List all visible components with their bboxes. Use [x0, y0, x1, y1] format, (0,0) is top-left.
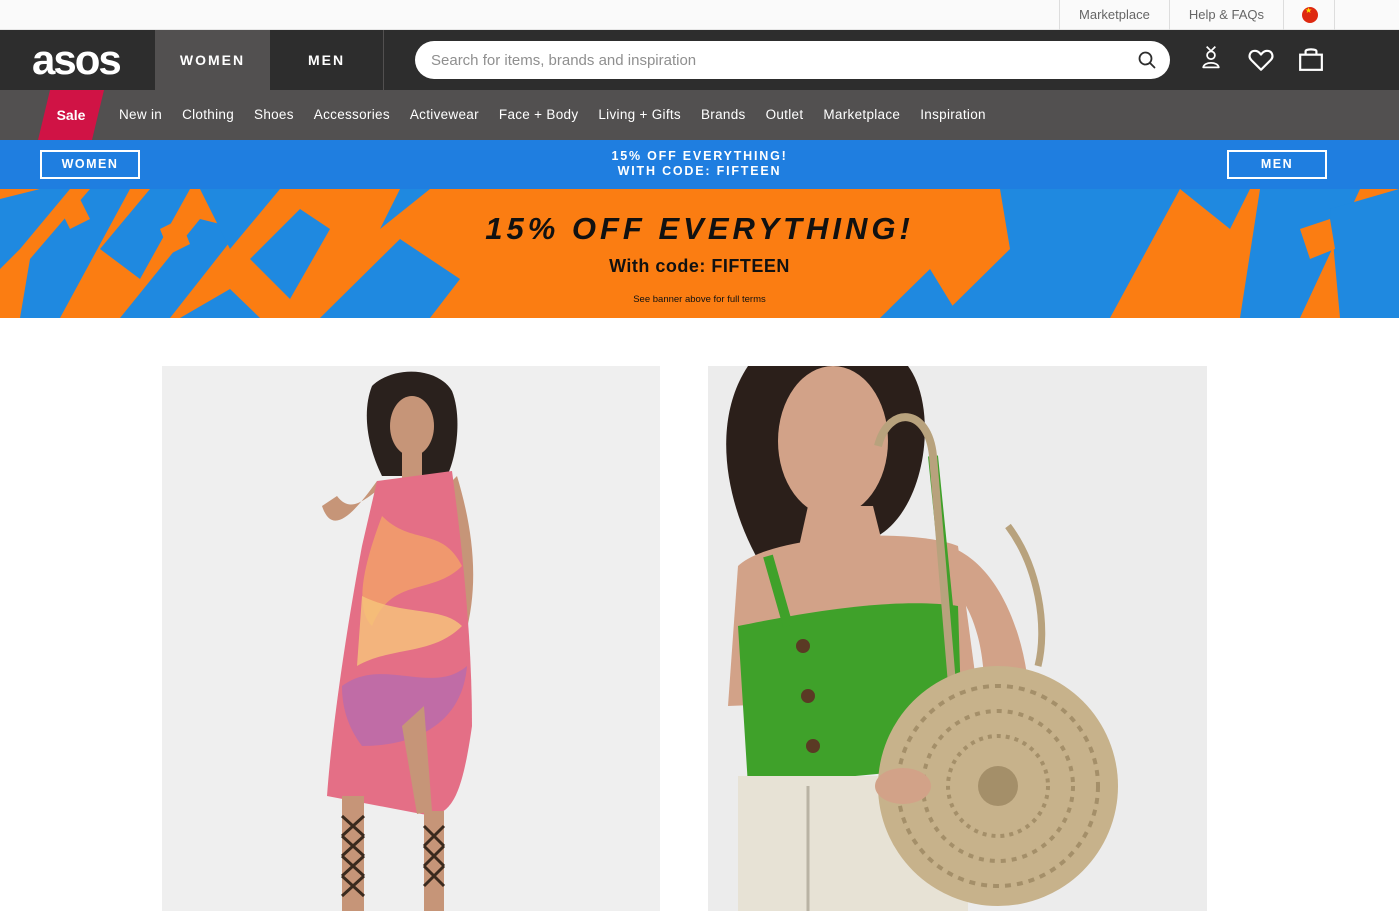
hero-section	[0, 318, 1399, 911]
banner-terms: See banner above for full terms	[633, 294, 766, 305]
promo-strip: WOMEN 15% OFF EVERYTHING! WITH CODE: FIF…	[0, 140, 1399, 189]
nav-item-clothing[interactable]: Clothing	[172, 90, 244, 140]
hero-image-women[interactable]	[162, 366, 660, 911]
promo-men-button[interactable]: MEN	[1227, 150, 1327, 179]
utility-link-help[interactable]: Help & FAQs	[1168, 0, 1283, 30]
bag-icon[interactable]	[1298, 46, 1324, 72]
woman-green-top-photo	[708, 366, 1207, 911]
promo-strip-line1: 15% OFF EVERYTHING!	[611, 149, 788, 163]
utility-link-marketplace[interactable]: Marketplace	[1059, 0, 1169, 30]
search-input[interactable]	[415, 41, 1115, 79]
promo-strip-line2: WITH CODE: FIFTEEN	[617, 164, 782, 178]
country-selector[interactable]	[1283, 0, 1335, 30]
category-nav: Sale New in Clothing Shoes Accessories A…	[0, 90, 1399, 140]
promo-strip-text[interactable]: 15% OFF EVERYTHING! WITH CODE: FIFTEEN	[0, 149, 1399, 179]
nav-item-inspiration[interactable]: Inspiration	[910, 90, 996, 140]
nav-item-accessories[interactable]: Accessories	[304, 90, 400, 140]
search-icon[interactable]	[1138, 51, 1156, 69]
nav-item-sale-label: Sale	[56, 107, 86, 123]
category-list: New in Clothing Shoes Accessories Active…	[109, 90, 996, 140]
promo-banner[interactable]: 15% OFF EVERYTHING! With code: FIFTEEN S…	[0, 189, 1399, 318]
nav-item-sale[interactable]: Sale	[38, 90, 104, 140]
asos-logo[interactable]: asos	[32, 36, 122, 84]
china-flag-icon	[1302, 6, 1318, 23]
main-header: asos WOMEN MEN	[0, 30, 1399, 90]
account-icon[interactable]	[1198, 44, 1224, 70]
utility-bar: Marketplace Help & FAQs	[0, 0, 1399, 30]
nav-item-marketplace[interactable]: Marketplace	[813, 90, 910, 140]
nav-item-face-body[interactable]: Face + Body	[489, 90, 588, 140]
heart-icon[interactable]	[1248, 47, 1274, 73]
hero-image-men[interactable]	[708, 366, 1207, 911]
search-bar	[415, 41, 1170, 79]
nav-item-outlet[interactable]: Outlet	[756, 90, 814, 140]
banner-code: With code: FIFTEEN	[609, 256, 790, 276]
tab-men[interactable]: MEN	[270, 30, 384, 90]
banner-title: 15% OFF EVERYTHING!	[485, 211, 914, 246]
woman-dress-photo	[162, 366, 660, 911]
tab-women[interactable]: WOMEN	[155, 30, 270, 90]
utility-links: Marketplace Help & FAQs	[1059, 0, 1283, 30]
nav-item-activewear[interactable]: Activewear	[400, 90, 489, 140]
nav-item-new-in[interactable]: New in	[109, 90, 172, 140]
nav-item-brands[interactable]: Brands	[691, 90, 756, 140]
nav-item-living-gifts[interactable]: Living + Gifts	[588, 90, 691, 140]
nav-item-shoes[interactable]: Shoes	[244, 90, 304, 140]
